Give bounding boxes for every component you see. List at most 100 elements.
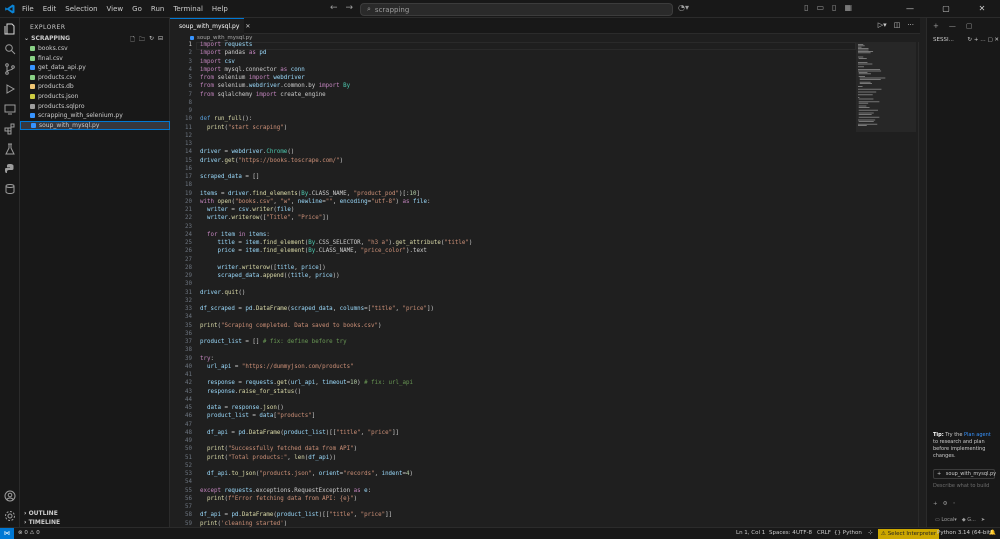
- source-control-icon[interactable]: [4, 63, 16, 75]
- menu-view[interactable]: View: [107, 5, 124, 13]
- file-item[interactable]: books.csv: [20, 44, 170, 53]
- file-type-icon: [30, 55, 35, 61]
- language-mode[interactable]: {} Python: [834, 528, 862, 539]
- line-number: 31: [185, 289, 192, 296]
- outline-section[interactable]: › OUTLINE: [24, 510, 58, 517]
- minimap-line: [858, 51, 874, 52]
- window-controls: — ▢ ✕: [892, 0, 1000, 18]
- cursor-position[interactable]: Ln 1, Col 1: [736, 528, 765, 539]
- tab-soup-with-mysql[interactable]: soup_with_mysql.py ✕: [170, 18, 250, 34]
- maximize-icon[interactable]: ▢: [928, 0, 964, 18]
- select-interpreter-button[interactable]: ⚠ Select Interpreter: [878, 529, 940, 539]
- code-editor[interactable]: 1 import requests 2 import pandas as pd 3 imp…: [170, 42, 856, 527]
- add-context-icon[interactable]: +: [933, 501, 938, 507]
- line-number: 48: [185, 429, 192, 436]
- toggle-panel-icon[interactable]: ▭: [816, 3, 824, 12]
- line-number: 9: [188, 108, 193, 114]
- file-item[interactable]: products.csv: [20, 73, 170, 82]
- toggle-secondary-sidebar-icon[interactable]: ▯: [832, 3, 836, 12]
- menu-selection[interactable]: Selection: [65, 5, 97, 13]
- breadcrumb[interactable]: soup_with_mysql.py: [190, 34, 252, 42]
- python-icon[interactable]: [4, 163, 16, 175]
- more-actions-icon[interactable]: ···: [907, 21, 914, 29]
- chat-maximize-icon[interactable]: ▢: [987, 37, 992, 43]
- file-item[interactable]: get_data_api.py: [20, 63, 170, 72]
- minimap-line: [858, 88, 882, 90]
- add-session-icon[interactable]: +: [974, 37, 979, 43]
- local-mode-selector[interactable]: ▭ Local▾: [935, 517, 957, 523]
- problems-indicator[interactable]: ⊗ 0 ⚠ 0: [18, 528, 40, 539]
- timeline-section[interactable]: › TIMELINE: [24, 519, 60, 526]
- line-number: 7: [188, 91, 193, 98]
- chat-more-icon[interactable]: …: [980, 37, 986, 43]
- encoding[interactable]: UTF-8: [796, 528, 812, 539]
- indentation[interactable]: Spaces: 4: [769, 528, 796, 539]
- run-debug-icon[interactable]: [4, 83, 16, 95]
- warning-icon: ⚠: [29, 530, 35, 536]
- settings-gear-icon[interactable]: [4, 510, 16, 522]
- close-icon[interactable]: ✕: [964, 0, 1000, 18]
- toggle-sidebar-icon[interactable]: ▯: [804, 3, 808, 12]
- back-arrow-icon[interactable]: ←: [330, 3, 346, 13]
- minimap-line: [858, 62, 868, 63]
- minimize-icon[interactable]: —: [892, 0, 928, 18]
- context-file-name: soup_with_mysql.py: [945, 471, 997, 477]
- menu-help[interactable]: Help: [212, 5, 228, 13]
- line-number: 4: [188, 66, 193, 73]
- new-chat-plus-icon[interactable]: +: [933, 22, 939, 30]
- python-version[interactable]: Python 3.14 (64-bit): [937, 528, 992, 539]
- menu-go[interactable]: Go: [132, 5, 142, 13]
- explorer-title: EXPLORER: [30, 24, 66, 31]
- explorer-icon[interactable]: [4, 23, 16, 35]
- tools-icon[interactable]: ⚙: [943, 501, 948, 507]
- file-item[interactable]: products.db: [20, 82, 170, 91]
- file-item[interactable]: soup_with_mysql.py: [20, 120, 170, 130]
- minimap[interactable]: [856, 42, 916, 132]
- account-icon[interactable]: [4, 490, 16, 502]
- chat-close-icon[interactable]: ✕: [994, 37, 999, 43]
- plan-agent-link[interactable]: Plan agent: [964, 432, 991, 438]
- notifications-bell-icon[interactable]: 🔔: [989, 528, 996, 539]
- extensions-icon[interactable]: [4, 123, 16, 135]
- agent-mode-selector[interactable]: ◆ G...: [962, 517, 976, 523]
- line-number: 56: [185, 495, 192, 502]
- run-python-icon[interactable]: ▷▾: [878, 21, 887, 29]
- line-number: 57: [185, 504, 192, 510]
- menu-terminal[interactable]: Terminal: [173, 5, 203, 13]
- context-file-chip[interactable]: + soup_with_mysql.py: [933, 469, 997, 479]
- file-item[interactable]: scrapping_with_selenium.py: [20, 111, 170, 120]
- chat-restore-icon[interactable]: ▢: [966, 22, 973, 30]
- options-icon[interactable]: ◦: [953, 501, 956, 507]
- copilot-icon[interactable]: ◔▾: [678, 3, 689, 12]
- database-icon[interactable]: [4, 183, 16, 195]
- menu-run[interactable]: Run: [151, 5, 164, 13]
- file-item[interactable]: products.sqlpro: [20, 102, 170, 111]
- minimap-line: [858, 73, 871, 75]
- layout-controls: ▯ ▭ ▯ ▦: [804, 3, 852, 12]
- file-item[interactable]: products.json: [20, 92, 170, 101]
- file-type-icon: [30, 103, 35, 109]
- line-number: 6: [188, 83, 193, 90]
- minimap-line: [858, 52, 871, 54]
- remote-explorer-icon[interactable]: [4, 103, 16, 115]
- menu-edit[interactable]: Edit: [43, 5, 57, 13]
- command-center-search[interactable]: ⌕ scrapping: [360, 3, 673, 16]
- line-number: 8: [188, 99, 193, 106]
- close-tab-icon[interactable]: ✕: [245, 23, 250, 30]
- remote-indicator-icon[interactable]: ⋈: [0, 528, 14, 539]
- split-editor-icon[interactable]: ◫: [894, 21, 901, 29]
- line-ending[interactable]: CRLF: [817, 528, 831, 539]
- search-icon[interactable]: [4, 43, 16, 55]
- code-line: import pandas as pd: [200, 50, 267, 57]
- file-item[interactable]: final.csv: [20, 54, 170, 63]
- forward-arrow-icon[interactable]: →: [346, 3, 362, 13]
- testing-icon[interactable]: [4, 143, 16, 155]
- code-line: from selenium.webdriver.common.by import…: [200, 83, 351, 90]
- customize-layout-icon[interactable]: ▦: [844, 3, 852, 12]
- editor-scrollbar[interactable]: [918, 42, 922, 527]
- chat-minimize-icon[interactable]: —: [949, 22, 956, 30]
- format-icon[interactable]: ⊹: [868, 528, 873, 539]
- menu-file[interactable]: File: [22, 5, 34, 13]
- history-icon[interactable]: ↻: [967, 37, 972, 43]
- send-icon[interactable]: ➤: [981, 517, 985, 523]
